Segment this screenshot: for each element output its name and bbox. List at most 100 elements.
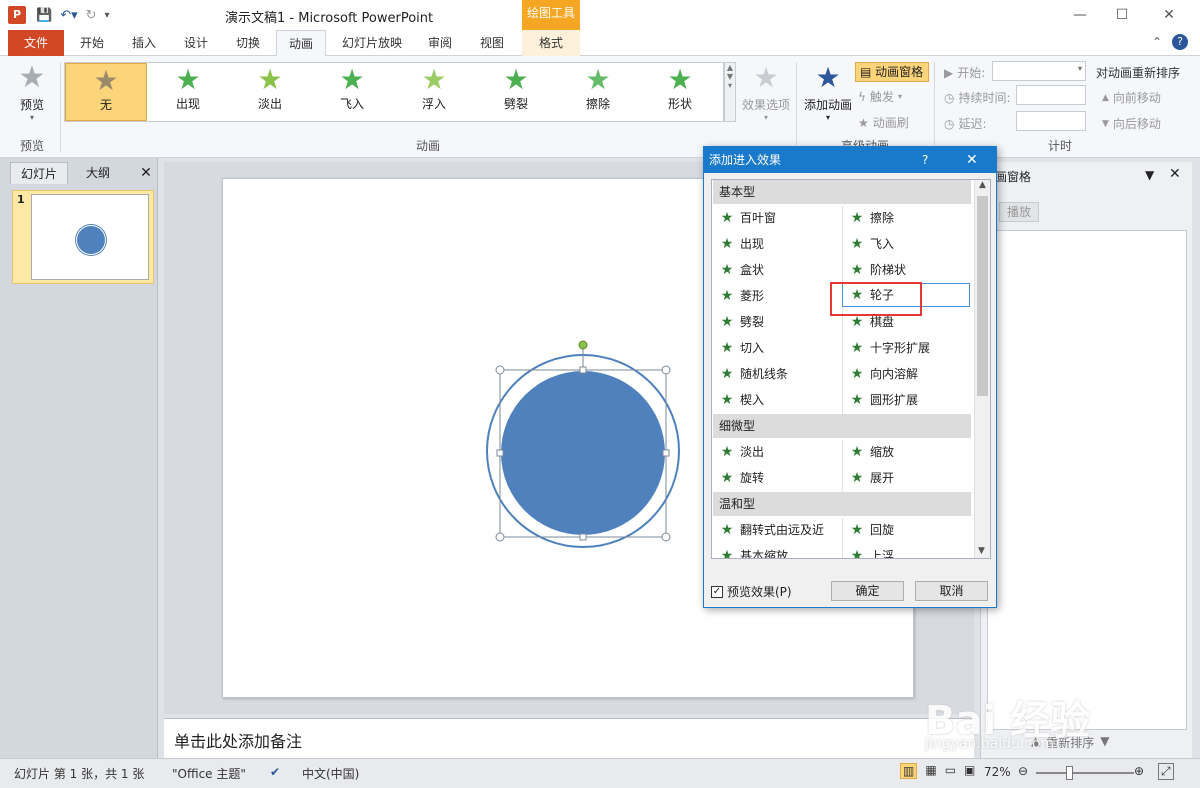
ok-button[interactable]: 确定 [831,581,904,601]
spellcheck-icon[interactable]: ✔ [270,765,280,779]
tab-transitions[interactable]: 切换 [226,30,270,56]
move-earlier-button[interactable]: ▲ 向前移动 [1102,89,1161,106]
collapse-ribbon-icon[interactable]: ⌃ [1152,35,1162,49]
scroll-up-icon[interactable]: ▲ [975,180,990,190]
tab-home[interactable]: 开始 [70,30,114,56]
close-pane-icon[interactable]: ✕ [136,162,156,184]
resize-handle[interactable] [496,449,504,457]
minimize-button[interactable]: — [1066,4,1094,26]
redo-icon[interactable]: ↻ [86,8,97,23]
effect-basic-zoom[interactable]: ★ 基本缩放 [720,544,788,558]
animation-none[interactable]: ★ 无 [65,63,147,121]
resize-handle[interactable] [495,532,505,542]
selected-circle[interactable] [501,371,665,535]
effect-dissolve-in[interactable]: ★ 向内溶解 [850,362,918,386]
scroll-down-icon[interactable]: ▼ [978,546,985,556]
animation-fade[interactable]: ★ 淡出 [229,63,311,121]
tab-slideshow[interactable]: 幻灯片放映 [334,30,410,56]
resize-handle[interactable] [662,449,670,457]
tab-format[interactable]: 格式 [522,30,580,56]
maximize-button[interactable]: ☐ [1108,4,1136,26]
resize-handle[interactable] [495,365,505,375]
animation-float-in[interactable]: ★ 浮入 [393,63,475,121]
tab-view[interactable]: 视图 [470,30,514,56]
resize-handle[interactable] [579,366,587,374]
tab-file[interactable]: 文件 [8,30,64,56]
effect-rise-up[interactable]: ★ 上浮 [850,544,894,558]
effect-options-button[interactable]: ★ 效果选项 ▾ [740,60,792,122]
effect-wipe[interactable]: ★ 擦除 [850,206,894,230]
start-select[interactable]: ▾ [992,61,1086,81]
effect-fly-in[interactable]: ★ 飞入 [850,232,894,256]
effect-strips[interactable]: ★ 阶梯状 [850,258,906,282]
gallery-scroll[interactable]: ▲ ▼ ▾ [724,62,736,122]
zoom-level[interactable]: 72% [984,765,1011,779]
effect-fade[interactable]: ★ 淡出 [720,440,764,464]
fit-to-window-icon[interactable]: ⤢ [1158,763,1174,780]
close-icon[interactable]: ✕ [966,147,978,173]
animation-fly-in[interactable]: ★ 飞入 [311,63,393,121]
help-icon[interactable]: ? [922,147,928,173]
tab-insert[interactable]: 插入 [122,30,166,56]
effect-random-bars[interactable]: ★ 随机线条 [720,362,788,386]
zoom-slider[interactable] [1036,766,1134,780]
effect-box[interactable]: ★ 盒状 [720,258,764,282]
save-icon[interactable]: 💾 [36,8,52,23]
resize-handle[interactable] [661,532,671,542]
tab-slides[interactable]: 幻灯片 [10,162,68,184]
animation-shape[interactable]: ★ 形状 [639,63,721,121]
animation-painter-button[interactable]: ★ 动画刷 [858,114,909,131]
preview-button[interactable]: ★ 预览 ▾ [10,60,54,122]
effect-diamond[interactable]: ★ 菱形 [720,284,764,308]
notes-field[interactable]: 单击此处添加备注 [164,718,974,760]
theme-name[interactable]: "Office 主题" [172,765,246,782]
tab-review[interactable]: 审阅 [418,30,462,56]
effect-plus[interactable]: ★ 十字形扩展 [850,336,930,360]
tab-animations[interactable]: 动画 [276,30,326,57]
effect-expand[interactable]: ★ 展开 [850,466,894,490]
scrollbar-thumb[interactable] [977,196,988,396]
rotation-handle[interactable] [578,340,588,350]
effect-wedge[interactable]: ★ 楔入 [720,388,764,412]
effect-peek-in[interactable]: ★ 切入 [720,336,764,360]
undo-icon[interactable]: ↶▾ [60,8,77,23]
slide-thumbnail[interactable]: 1 [12,190,154,284]
zoom-in-icon[interactable]: ⊕ [1134,764,1144,778]
tab-design[interactable]: 设计 [174,30,218,56]
zoom-slider-thumb[interactable] [1066,766,1073,780]
effect-circle[interactable]: ★ 圆形扩展 [850,388,918,412]
effect-list-scrollbar[interactable]: ▲ ▼ [974,180,990,558]
animation-wipe[interactable]: ★ 擦除 [557,63,639,121]
add-animation-button[interactable]: ★ 添加动画 ▾ [800,60,856,122]
customize-qat-icon[interactable]: ▾ [105,10,110,21]
cancel-button[interactable]: 取消 [915,581,988,601]
delay-spinner[interactable] [1016,111,1086,131]
animation-appear[interactable]: ★ 出现 [147,63,229,121]
animation-pane-button[interactable]: ▤ 动画窗格 [855,62,929,82]
slideshow-view-icon[interactable]: ▣ [964,763,975,779]
effect-swivel[interactable]: ★ 回旋 [850,518,894,542]
pane-options-icon[interactable]: ▼ [1145,168,1154,182]
normal-view-icon[interactable]: ▥ [900,763,918,779]
trigger-button[interactable]: ϟ 触发 ▾ [858,88,902,105]
close-window-button[interactable]: ✕ [1155,4,1183,26]
zoom-out-icon[interactable]: ⊖ [1018,764,1028,778]
play-button[interactable]: 播放 [999,202,1039,222]
slide-sorter-icon[interactable]: ▦ [925,763,936,779]
effect-appear[interactable]: ★ 出现 [720,232,764,256]
effect-blinds[interactable]: ★ 百叶窗 [720,206,776,230]
move-down-icon[interactable]: ▼ [1100,734,1109,751]
move-later-button[interactable]: ▼ 向后移动 [1102,115,1161,132]
effect-zoom[interactable]: ★ 缩放 [850,440,894,464]
resize-handle[interactable] [579,533,587,541]
checkbox-checked-icon[interactable]: ✓ [711,585,723,598]
language[interactable]: 中文(中国) [302,765,359,782]
preview-effect-checkbox[interactable]: ✓ 预览效果(P) [711,583,792,600]
duration-spinner[interactable] [1016,85,1086,105]
animation-split[interactable]: ★ 劈裂 [475,63,557,121]
effect-spin[interactable]: ★ 旋转 [720,466,764,490]
effect-split[interactable]: ★ 劈裂 [720,310,764,334]
resize-handle[interactable] [661,365,671,375]
close-pane-icon[interactable]: ✕ [1169,166,1181,182]
powerpoint-app-icon[interactable]: P [8,6,26,24]
